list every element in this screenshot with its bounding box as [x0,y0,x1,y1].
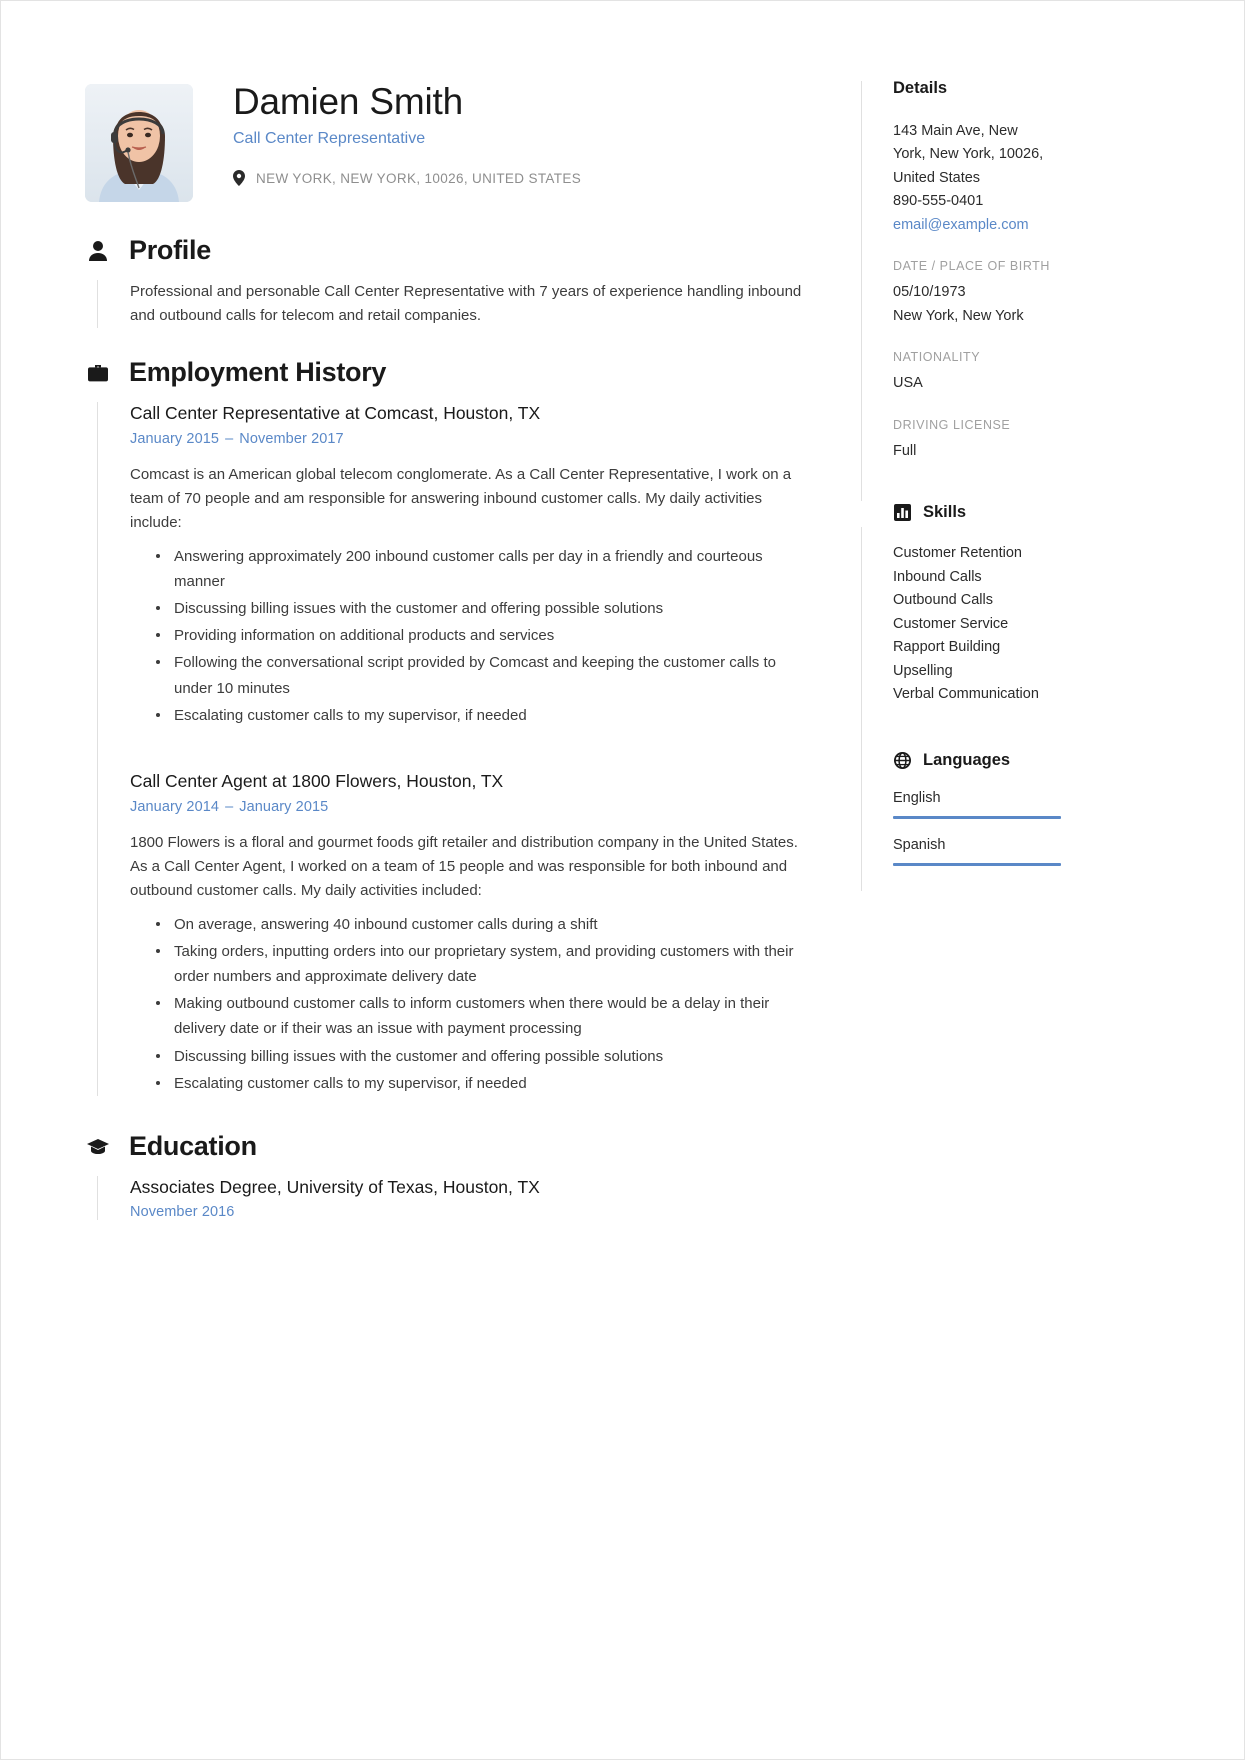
field-label: NATIONALITY [893,350,981,365]
list-item: Escalating customer calls to my supervis… [156,703,815,728]
section-employment: Employment History Call Center Represent… [85,358,815,1096]
section-education: Education Associates Degree, University … [85,1130,815,1221]
date-start: January 2014 [130,798,220,815]
address-line: United States [893,169,981,186]
field-value: New York, New York [893,307,1024,324]
avatar [85,84,193,202]
location-row: NEW YORK, NEW YORK, 10026, UNITED STATES [233,170,582,187]
entry-title: Call Center Representative at Comcast, H… [130,402,541,423]
list-item: Taking orders, inputting orders into our… [156,939,815,989]
field-label: DRIVING LICENSE [893,417,1011,432]
sidebar-skills: Skills Customer Retention Inbound Calls … [893,503,1146,706]
skill-item: Inbound Calls [893,568,982,585]
map-pin-icon [233,170,245,187]
main-column: Damien Smith Call Center Representative … [85,79,825,1228]
entry-date: January 2014– January 2015 [130,799,815,815]
language-name: Spanish [893,836,946,853]
list-item: Following the conversational script prov… [156,650,815,700]
employment-entry: Call Center Agent at 1800 Flowers, Houst… [130,770,815,1096]
address-line: 143 Main Ave, New [893,123,1018,139]
list-item: Answering approximately 200 inbound cust… [156,544,815,594]
list-item: Discussing billing issues with the custo… [156,596,815,621]
sidebar-details: Details 143 Main Ave, New York, New York… [893,79,1146,463]
details-title: Details [893,79,948,97]
entry-summary: Comcast is an American global telecom co… [130,465,792,532]
section-profile: Profile Professional and personable Call… [85,235,815,329]
language-level-bar [893,862,1061,866]
language-name: English [893,789,941,806]
skill-item: Customer Service [893,615,1009,632]
skills-title: Skills [923,503,967,522]
graduation-cap-icon [85,1138,111,1156]
list-item: Discussing billing issues with the custo… [156,1044,815,1069]
skill-item: Verbal Communication [893,686,1039,703]
sidebar-divider-skills [861,527,862,777]
entry-title: Associates Degree, University of Texas, … [130,1176,540,1197]
entry-date: January 2015– November 2017 [130,431,815,447]
languages-title: Languages [923,750,1011,769]
resume-columns: Damien Smith Call Center Representative … [85,79,1146,1228]
address-line: York, New York, 10026, [893,146,1044,163]
date-separator: – [225,430,234,447]
resume-page: Damien Smith Call Center Representative … [0,0,1245,1760]
list-item: Making outbound customer calls to inform… [156,991,815,1041]
date-start: January 2015 [130,430,220,447]
field-value: USA [893,375,923,392]
skill-item: Outbound Calls [893,592,993,609]
globe-icon [893,751,912,769]
field-value: 05/10/1973 [893,284,966,301]
bar-chart-icon [893,504,912,522]
section-title: Profile [129,235,211,265]
location-text: NEW YORK, NEW YORK, 10026, UNITED STATES [256,170,582,186]
entry-title: Call Center Agent at 1800 Flowers, Houst… [130,770,504,791]
date-separator: – [225,798,234,815]
language-level-bar [893,815,1061,819]
skill-item: Rapport Building [893,639,1001,656]
education-heading: Education [85,1130,815,1162]
skill-item: Customer Retention [893,545,1022,562]
date-end: November 2017 [239,430,344,447]
date-end: January 2015 [239,798,329,815]
header-text: Damien Smith Call Center Representative … [193,79,582,187]
page-title: Damien Smith [233,81,463,122]
entry-bullets: Answering approximately 200 inbound cust… [130,544,815,728]
person-icon [85,240,111,262]
resume-header: Damien Smith Call Center Representative … [85,79,815,202]
sidebar-languages: Languages English Spanish [893,751,1146,866]
field-label: DATE / PLACE OF BIRTH [893,259,1050,274]
language-item: English [893,790,1146,819]
entry-date: November 2016 [130,1204,235,1221]
profile-heading: Profile [85,235,815,266]
list-item: Escalating customer calls to my supervis… [156,1071,815,1096]
briefcase-icon [85,363,111,383]
list-item: Providing information on additional prod… [156,623,815,648]
list-item: On average, answering 40 inbound custome… [156,912,815,937]
profile-text: Professional and personable Call Center … [130,282,802,324]
skills-heading: Skills [893,503,1146,522]
skill-item: Upselling [893,662,953,679]
sidebar-divider-languages [861,761,862,891]
section-title: Education [129,1130,257,1161]
field-value: Full [893,442,917,459]
language-item: Spanish [893,837,1146,866]
job-title: Call Center Representative [233,130,426,148]
employment-heading: Employment History [85,358,815,388]
education-entry: Associates Degree, University of Texas, … [130,1176,815,1221]
languages-heading: Languages [893,751,1146,770]
employment-body: Call Center Representative at Comcast, H… [97,401,815,1096]
sidebar-column: Details 143 Main Ave, New York, New York… [861,79,1146,892]
email-link[interactable]: email@example.com [893,214,1146,237]
phone-number: 890-555-0401 [893,193,984,210]
profile-body: Professional and personable Call Center … [97,279,815,329]
resume-sheet: Damien Smith Call Center Representative … [1,1,1244,1759]
section-title: Employment History [129,357,387,388]
portrait-photo [85,84,193,202]
details-heading: Details [893,79,1146,98]
sidebar-divider-details [861,81,862,501]
employment-entry: Call Center Representative at Comcast, H… [130,402,815,728]
entry-summary: 1800 Flowers is a floral and gourmet foo… [130,833,798,900]
entry-bullets: On average, answering 40 inbound custome… [130,912,815,1096]
education-body: Associates Degree, University of Texas, … [97,1175,815,1221]
